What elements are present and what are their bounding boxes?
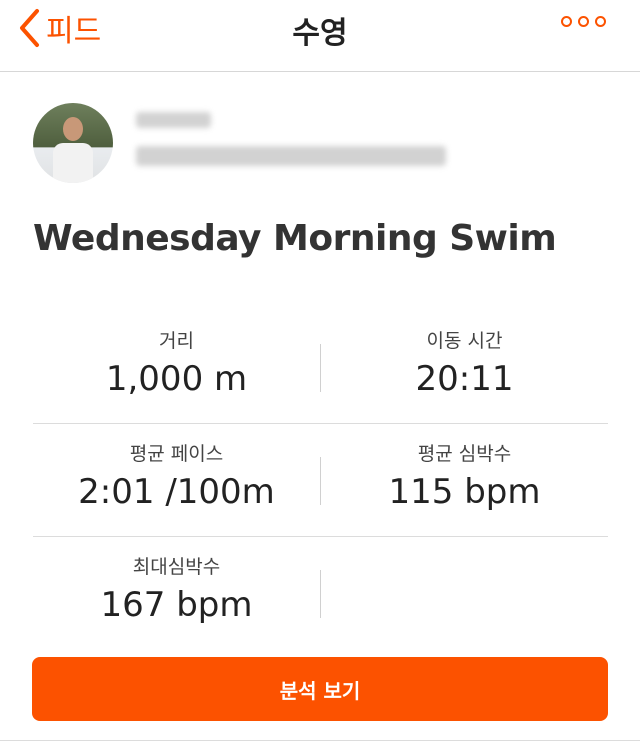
stat-value: 20:11 — [415, 359, 514, 399]
stat-value: 115 bpm — [388, 472, 541, 512]
stat-value: 167 bpm — [100, 585, 253, 625]
stat-divider — [320, 570, 321, 618]
stat-label: 최대심박수 — [132, 556, 221, 578]
stats-row: 거리 1,000 m 이동 시간 20:11 — [33, 310, 608, 424]
stats-row: 평균 페이스 2:01 /100m 평균 심박수 115 bpm — [33, 423, 608, 537]
stats-row: 최대심박수 167 bpm — [33, 536, 608, 649]
stat-label: 평균 페이스 — [129, 443, 224, 465]
athlete-avatar[interactable] — [33, 103, 113, 183]
avatar-shirt — [53, 143, 93, 183]
divider — [0, 740, 640, 741]
stat-avg-pace: 평균 페이스 2:01 /100m — [33, 423, 320, 512]
stat-value: 2:01 /100m — [78, 472, 275, 512]
stat-distance: 거리 1,000 m — [33, 310, 320, 399]
stat-label: 평균 심박수 — [417, 443, 512, 465]
stat-value: 1,000 m — [105, 359, 248, 399]
more-dot-icon — [595, 16, 606, 27]
page-title: 수영 — [292, 16, 348, 51]
stat-avg-heart-rate: 평균 심박수 115 bpm — [321, 423, 608, 512]
stat-moving-time: 이동 시간 20:11 — [321, 310, 608, 399]
more-options-button[interactable] — [561, 16, 606, 27]
stat-max-heart-rate: 최대심박수 167 bpm — [33, 536, 320, 625]
navigation-bar: 피드 수영 — [0, 0, 640, 72]
more-dot-icon — [561, 16, 572, 27]
stat-label: 이동 시간 — [426, 330, 503, 352]
activity-title: Wednesday Morning Swim — [33, 218, 557, 259]
stat-label: 거리 — [159, 330, 194, 352]
view-analysis-button[interactable]: 분석 보기 — [32, 657, 608, 721]
activity-meta-blurred — [136, 146, 446, 166]
athlete-name-blurred[interactable] — [136, 112, 211, 128]
more-dot-icon — [578, 16, 589, 27]
avatar-head — [63, 117, 83, 141]
